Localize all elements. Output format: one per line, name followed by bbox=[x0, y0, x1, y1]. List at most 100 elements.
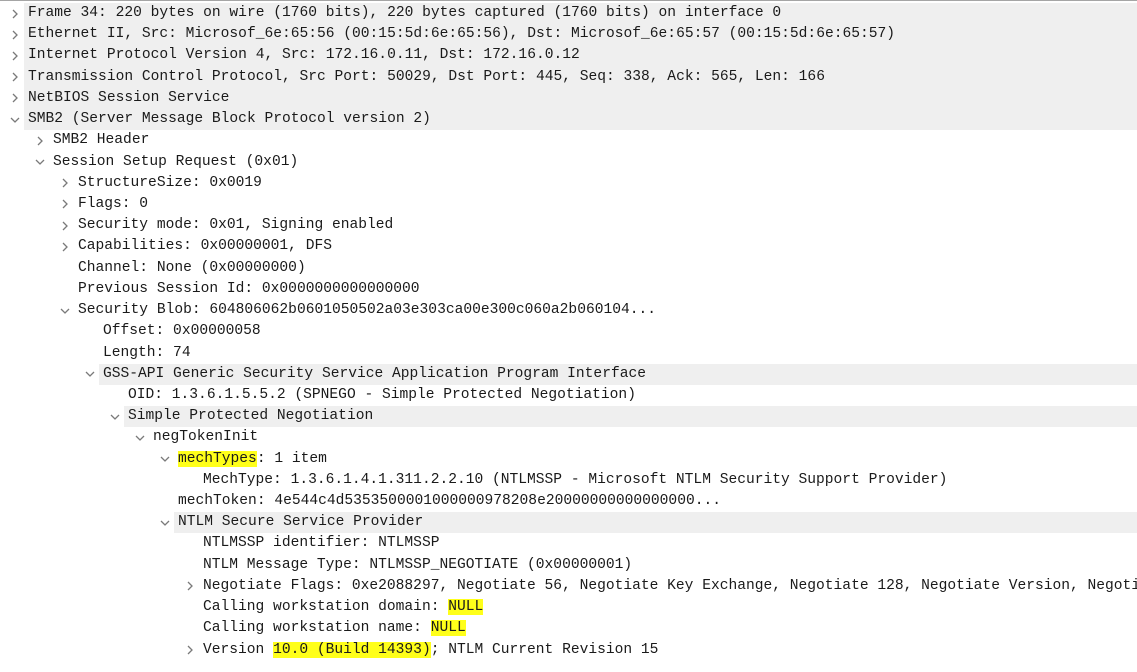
label-segment: Calling workstation name: bbox=[203, 620, 431, 637]
row-label: Version 10.0 (Build 14393); NTLM Current… bbox=[203, 640, 658, 661]
row-label: Calling workstation domain: NULL bbox=[203, 597, 484, 618]
tree-row[interactable]: Ethernet II, Src: Microsof_6e:65:56 (00:… bbox=[0, 24, 1137, 46]
chevron-down-icon[interactable] bbox=[8, 109, 22, 130]
row-label: Session Setup Request (0x01) bbox=[53, 152, 298, 173]
chevron-down-icon[interactable] bbox=[108, 406, 122, 427]
row-label: Simple Protected Negotiation bbox=[128, 406, 373, 427]
row-label: NTLMSSP identifier: NTLMSSP bbox=[203, 533, 439, 554]
row-label: GSS-API Generic Security Service Applica… bbox=[103, 364, 646, 385]
row-label: SMB2 Header bbox=[53, 130, 149, 151]
label-segment: SMB2 (Server Message Block Protocol vers… bbox=[28, 111, 431, 128]
tree-row[interactable]: Channel: None (0x00000000) bbox=[0, 258, 1137, 279]
chevron-down-icon[interactable] bbox=[33, 152, 47, 173]
row-label: Security mode: 0x01, Signing enabled bbox=[78, 215, 393, 236]
label-segment: mechToken: 4e544c4d535350000100000097820… bbox=[178, 493, 721, 510]
tree-row[interactable]: SMB2 (Server Message Block Protocol vers… bbox=[0, 109, 1137, 131]
label-segment: NTLM Message Type: NTLMSSP_NEGOTIATE (0x… bbox=[203, 556, 633, 573]
row-label: NTLM Secure Service Provider bbox=[178, 512, 423, 533]
tree-row[interactable]: mechTypes: 1 item bbox=[0, 449, 1137, 470]
row-label: Previous Session Id: 0x0000000000000000 bbox=[78, 279, 420, 300]
row-background bbox=[49, 130, 1137, 151]
chevron-right-icon[interactable] bbox=[8, 88, 22, 109]
chevron-down-icon[interactable] bbox=[158, 512, 172, 533]
row-label: StructureSize: 0x0019 bbox=[78, 173, 262, 194]
chevron-down-icon[interactable] bbox=[158, 449, 172, 470]
label-segment: Internet Protocol Version 4, Src: 172.16… bbox=[28, 47, 580, 64]
row-label: Channel: None (0x00000000) bbox=[78, 258, 306, 279]
tree-row[interactable]: Capabilities: 0x00000001, DFS bbox=[0, 236, 1137, 257]
row-background bbox=[99, 343, 1137, 364]
tree-row[interactable]: NTLMSSP identifier: NTLMSSP bbox=[0, 533, 1137, 554]
tree-row[interactable]: StructureSize: 0x0019 bbox=[0, 173, 1137, 194]
tree-row[interactable]: Length: 74 bbox=[0, 343, 1137, 364]
row-label: Negotiate Flags: 0xe2088297, Negotiate 5… bbox=[203, 576, 1137, 597]
tree-row[interactable]: Security mode: 0x01, Signing enabled bbox=[0, 215, 1137, 236]
row-label: Security Blob: 604806062b0601050502a03e3… bbox=[78, 300, 656, 321]
packet-details-tree[interactable]: Frame 34: 220 bytes on wire (1760 bits),… bbox=[0, 0, 1137, 672]
label-segment: Negotiate Flags: 0xe2088297, Negotiate 5… bbox=[203, 577, 1137, 594]
row-label: OID: 1.3.6.1.5.5.2 (SPNEGO - Simple Prot… bbox=[128, 385, 636, 406]
label-segment: Flags: 0 bbox=[78, 195, 149, 212]
label-segment: Version bbox=[203, 641, 274, 658]
label-segment: negTokenInit bbox=[153, 429, 259, 446]
tree-row[interactable]: OID: 1.3.6.1.5.5.2 (SPNEGO - Simple Prot… bbox=[0, 385, 1137, 406]
chevron-down-icon[interactable] bbox=[83, 364, 97, 385]
tree-row[interactable]: SMB2 Header bbox=[0, 130, 1137, 151]
chevron-right-icon[interactable] bbox=[58, 215, 72, 236]
chevron-down-icon[interactable] bbox=[58, 300, 72, 321]
label-segment: ; NTLM Current Revision 15 bbox=[430, 641, 659, 658]
tree-row[interactable]: GSS-API Generic Security Service Applica… bbox=[0, 363, 1137, 385]
row-label: NTLM Message Type: NTLMSSP_NEGOTIATE (0x… bbox=[203, 555, 632, 576]
tree-row[interactable]: NetBIOS Session Service bbox=[0, 87, 1137, 110]
tree-row[interactable]: mechToken: 4e544c4d535350000100000097820… bbox=[0, 491, 1137, 512]
label-segment: Transmission Control Protocol, Src Port:… bbox=[28, 68, 825, 85]
tree-row[interactable]: Offset: 0x00000058 bbox=[0, 321, 1137, 342]
tree-row[interactable]: Internet Protocol Version 4, Src: 172.16… bbox=[0, 45, 1137, 67]
row-label: SMB2 (Server Message Block Protocol vers… bbox=[28, 109, 431, 130]
chevron-right-icon[interactable] bbox=[33, 130, 47, 151]
label-segment: Length: 74 bbox=[103, 344, 191, 361]
label-segment: Security mode: 0x01, Signing enabled bbox=[78, 217, 394, 234]
tree-row[interactable]: Simple Protected Negotiation bbox=[0, 406, 1137, 428]
label-segment: OID: 1.3.6.1.5.5.2 (SPNEGO - Simple Prot… bbox=[128, 386, 636, 403]
tree-row[interactable]: Security Blob: 604806062b0601050502a03e3… bbox=[0, 300, 1137, 321]
tree-row[interactable]: Calling workstation name: NULL bbox=[0, 618, 1137, 639]
chevron-right-icon[interactable] bbox=[8, 45, 22, 66]
tree-row[interactable]: Flags: 0 bbox=[0, 194, 1137, 215]
highlighted-text: NULL bbox=[448, 599, 484, 616]
highlighted-text: mechTypes bbox=[178, 450, 257, 467]
label-segment: Capabilities: 0x00000001, DFS bbox=[78, 238, 332, 255]
label-segment: Session Setup Request (0x01) bbox=[53, 153, 299, 170]
tree-row[interactable]: NTLM Message Type: NTLMSSP_NEGOTIATE (0x… bbox=[0, 555, 1137, 576]
row-background bbox=[74, 194, 1137, 215]
label-segment: Previous Session Id: 0x0000000000000000 bbox=[78, 280, 420, 297]
label-segment: Frame 34: 220 bytes on wire (1760 bits),… bbox=[28, 5, 782, 21]
chevron-right-icon[interactable] bbox=[8, 67, 22, 88]
row-label: Offset: 0x00000058 bbox=[103, 321, 261, 342]
highlighted-text: NULL bbox=[430, 620, 466, 637]
tree-row[interactable]: Negotiate Flags: 0xe2088297, Negotiate 5… bbox=[0, 576, 1137, 597]
tree-row[interactable]: MechType: 1.3.6.1.4.1.311.2.2.10 (NTLMSS… bbox=[0, 470, 1137, 491]
chevron-down-icon[interactable] bbox=[133, 427, 147, 448]
tree-row[interactable]: NTLM Secure Service Provider bbox=[0, 512, 1137, 534]
label-segment: Security Blob: 604806062b0601050502a03e3… bbox=[78, 302, 657, 319]
tree-row[interactable]: Previous Session Id: 0x0000000000000000 bbox=[0, 279, 1137, 300]
chevron-right-icon[interactable] bbox=[183, 576, 197, 597]
tree-rows: Frame 34: 220 bytes on wire (1760 bits),… bbox=[0, 3, 1137, 661]
tree-row[interactable]: Session Setup Request (0x01) bbox=[0, 152, 1137, 173]
tree-row[interactable]: Transmission Control Protocol, Src Port:… bbox=[0, 66, 1137, 88]
row-label: Frame 34: 220 bytes on wire (1760 bits),… bbox=[28, 3, 781, 24]
tree-row[interactable]: Frame 34: 220 bytes on wire (1760 bits),… bbox=[0, 3, 1137, 25]
row-label: negTokenInit bbox=[153, 427, 258, 448]
tree-row[interactable]: Version 10.0 (Build 14393); NTLM Current… bbox=[0, 640, 1137, 661]
chevron-right-icon[interactable] bbox=[8, 24, 22, 45]
chevron-right-icon[interactable] bbox=[8, 3, 22, 24]
chevron-right-icon[interactable] bbox=[58, 173, 72, 194]
chevron-right-icon[interactable] bbox=[58, 194, 72, 215]
chevron-right-icon[interactable] bbox=[58, 236, 72, 257]
tree-row[interactable]: negTokenInit bbox=[0, 427, 1137, 448]
row-label: Flags: 0 bbox=[78, 194, 148, 215]
chevron-right-icon[interactable] bbox=[183, 640, 197, 661]
tree-row[interactable]: Calling workstation domain: NULL bbox=[0, 597, 1137, 618]
label-segment: Ethernet II, Src: Microsof_6e:65:56 (00:… bbox=[28, 26, 896, 43]
